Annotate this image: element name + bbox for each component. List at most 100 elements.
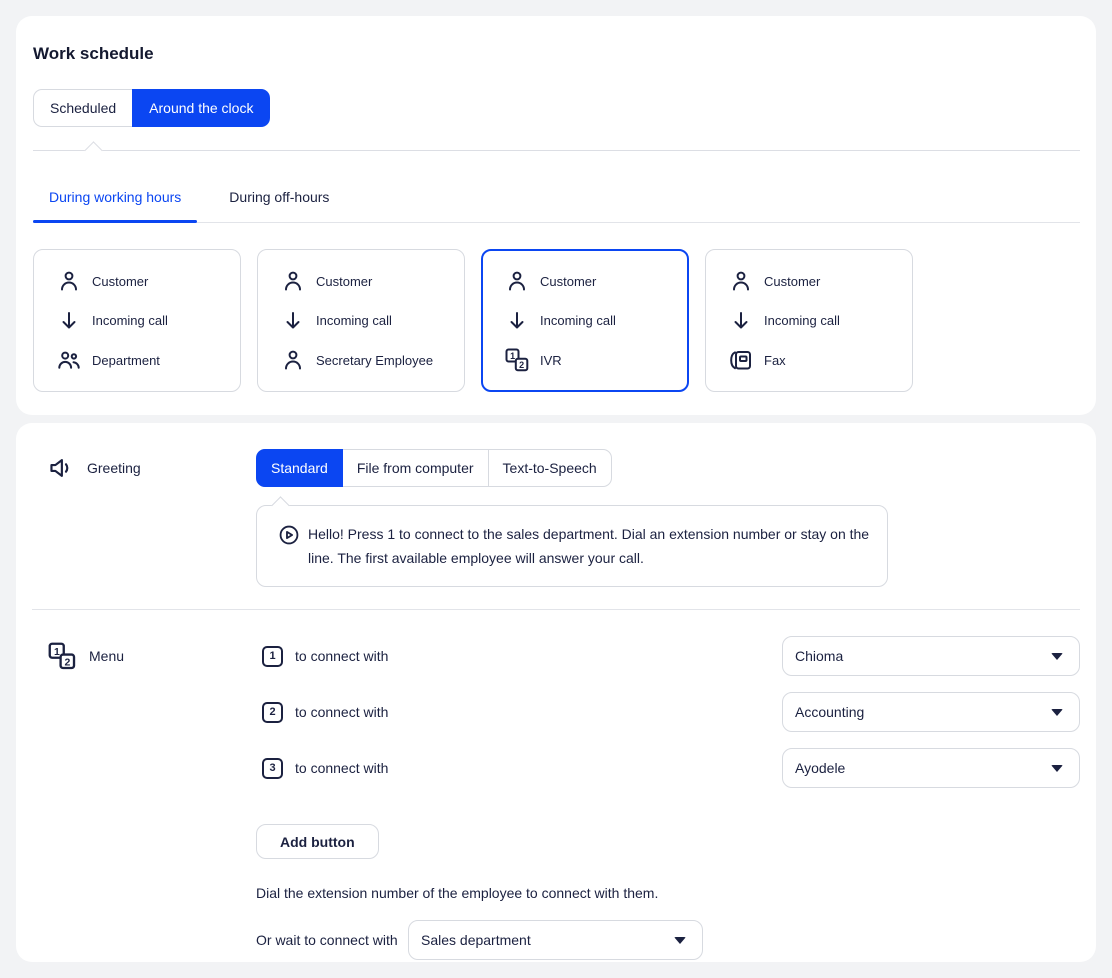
card-row-label: Secretary Employee (316, 353, 433, 368)
card-row: Customer (281, 262, 464, 300)
menu-row-key-group: 1 to connect with (256, 646, 400, 667)
arrow-down-icon (281, 309, 305, 333)
greeting-message-bubble: Hello! Press 1 to connect to the sales d… (256, 505, 888, 587)
menu-row-key-group: 2 to connect with (256, 702, 400, 723)
tab-during-working-hours[interactable]: During working hours (33, 171, 197, 222)
card-row-label: Customer (316, 274, 372, 289)
department-icon (57, 348, 81, 372)
menu-label: Menu (89, 648, 124, 664)
card-row-label: Customer (764, 274, 820, 289)
work-schedule-panel: Work schedule Scheduled Around the clock… (16, 16, 1096, 415)
card-row-label: Customer (540, 274, 596, 289)
card-row-label: Department (92, 353, 160, 368)
caret-down-icon (674, 937, 686, 944)
greeting-message-text: Hello! Press 1 to connect to the sales d… (308, 522, 873, 570)
card-row-label: Customer (92, 274, 148, 289)
greeting-source-tabs: Standard File from computer Text-to-Spee… (256, 449, 612, 487)
connect-text: to connect with (295, 704, 388, 720)
arrow-down-icon (505, 309, 529, 333)
card-row: Customer (505, 262, 687, 300)
fax-icon (729, 348, 753, 372)
menu-content: 1 to connect with Chioma 2 to connect wi… (256, 636, 1080, 960)
greeting-tab-file-from-computer[interactable]: File from computer (343, 450, 488, 486)
connect-2-dropdown[interactable]: Accounting (782, 692, 1080, 732)
fallback-dropdown[interactable]: Sales department (408, 920, 703, 960)
play-button[interactable] (278, 524, 300, 546)
person-icon (729, 269, 753, 293)
card-row: Incoming call (505, 302, 687, 340)
greeting-section: Greeting Standard File from computer Tex… (32, 449, 1080, 587)
key-1-badge: 1 (262, 646, 283, 667)
fallback-label: Or wait to connect with (256, 932, 408, 948)
greeting-tab-text-to-speech[interactable]: Text-to-Speech (488, 450, 611, 486)
card-row-label: IVR (540, 353, 562, 368)
connect-3-dropdown[interactable]: Ayodele (782, 748, 1080, 788)
ivr-menu-icon (48, 642, 76, 670)
card-row-label: Incoming call (316, 313, 392, 328)
extension-hint-text: Dial the extension number of the employe… (256, 885, 1080, 901)
caret-down-icon (1051, 653, 1063, 660)
caret-down-icon (1051, 709, 1063, 716)
around-the-clock-mode-button[interactable]: Around the clock (132, 89, 270, 127)
ivr-settings-panel: Greeting Standard File from computer Tex… (16, 423, 1096, 962)
person-icon (281, 269, 305, 293)
card-row: Incoming call (281, 302, 464, 340)
card-row: Fax (729, 341, 912, 379)
section-divider (32, 609, 1080, 610)
key-2-badge: 2 (262, 702, 283, 723)
menu-row-1: 1 to connect with Chioma (256, 636, 1080, 676)
key-3-badge: 3 (262, 758, 283, 779)
route-card-ivr-selected[interactable]: Customer Incoming call IVR (481, 249, 689, 392)
card-row: Incoming call (57, 302, 240, 340)
route-card-secretary-employee[interactable]: Customer Incoming call Secretary Employe… (257, 249, 465, 392)
schedule-mode-toggle: Scheduled Around the clock (33, 89, 270, 127)
scheduled-mode-button[interactable]: Scheduled (33, 89, 132, 127)
connect-text: to connect with (295, 648, 388, 664)
fallback-value: Sales department (421, 932, 531, 948)
menu-row-3: 3 to connect with Ayodele (256, 748, 1080, 788)
hours-tabs: During working hours During off-hours (33, 171, 1080, 223)
route-card-fax[interactable]: Customer Incoming call Fax (705, 249, 913, 392)
card-row: Incoming call (729, 302, 912, 340)
greeting-tab-standard[interactable]: Standard (256, 449, 343, 487)
menu-row-2: 2 to connect with Accounting (256, 692, 1080, 732)
arrow-down-icon (57, 309, 81, 333)
person-icon (505, 269, 529, 293)
connect-text: to connect with (295, 760, 388, 776)
ivr-icon (505, 348, 529, 372)
route-cards-row: Customer Incoming call Department Custom… (33, 249, 1080, 392)
card-row: Secretary Employee (281, 341, 464, 379)
card-row: Department (57, 341, 240, 379)
add-button[interactable]: Add button (256, 824, 379, 859)
greeting-label-group: Greeting (32, 449, 256, 487)
play-icon (278, 524, 300, 546)
toggle-pointer-divider (33, 150, 1080, 151)
fallback-row: Or wait to connect with Sales department (256, 920, 1080, 960)
connect-3-value: Ayodele (795, 760, 845, 776)
card-row-label: Fax (764, 353, 786, 368)
connect-2-value: Accounting (795, 704, 864, 720)
connect-1-value: Chioma (795, 648, 843, 664)
card-row: Customer (57, 262, 240, 300)
card-row: IVR (505, 341, 687, 379)
arrow-down-icon (729, 309, 753, 333)
tab-during-off-hours[interactable]: During off-hours (213, 171, 345, 222)
route-card-department[interactable]: Customer Incoming call Department (33, 249, 241, 392)
connect-1-dropdown[interactable]: Chioma (782, 636, 1080, 676)
call-routing-settings-page: Work schedule Scheduled Around the clock… (0, 0, 1112, 978)
person-icon (281, 348, 305, 372)
card-row-label: Incoming call (540, 313, 616, 328)
card-row-label: Incoming call (764, 313, 840, 328)
bubble-tail (271, 496, 289, 514)
menu-label-group: Menu (32, 636, 256, 676)
greeting-label: Greeting (87, 460, 141, 476)
speaker-icon (48, 455, 74, 481)
greeting-content: Standard File from computer Text-to-Spee… (256, 449, 1080, 587)
menu-section: Menu 1 to connect with Chioma 2 (32, 636, 1080, 960)
menu-row-key-group: 3 to connect with (256, 758, 400, 779)
page-title: Work schedule (33, 44, 1080, 64)
caret-down-icon (1051, 765, 1063, 772)
pointer-notch (84, 141, 102, 159)
card-row-label: Incoming call (92, 313, 168, 328)
person-icon (57, 269, 81, 293)
